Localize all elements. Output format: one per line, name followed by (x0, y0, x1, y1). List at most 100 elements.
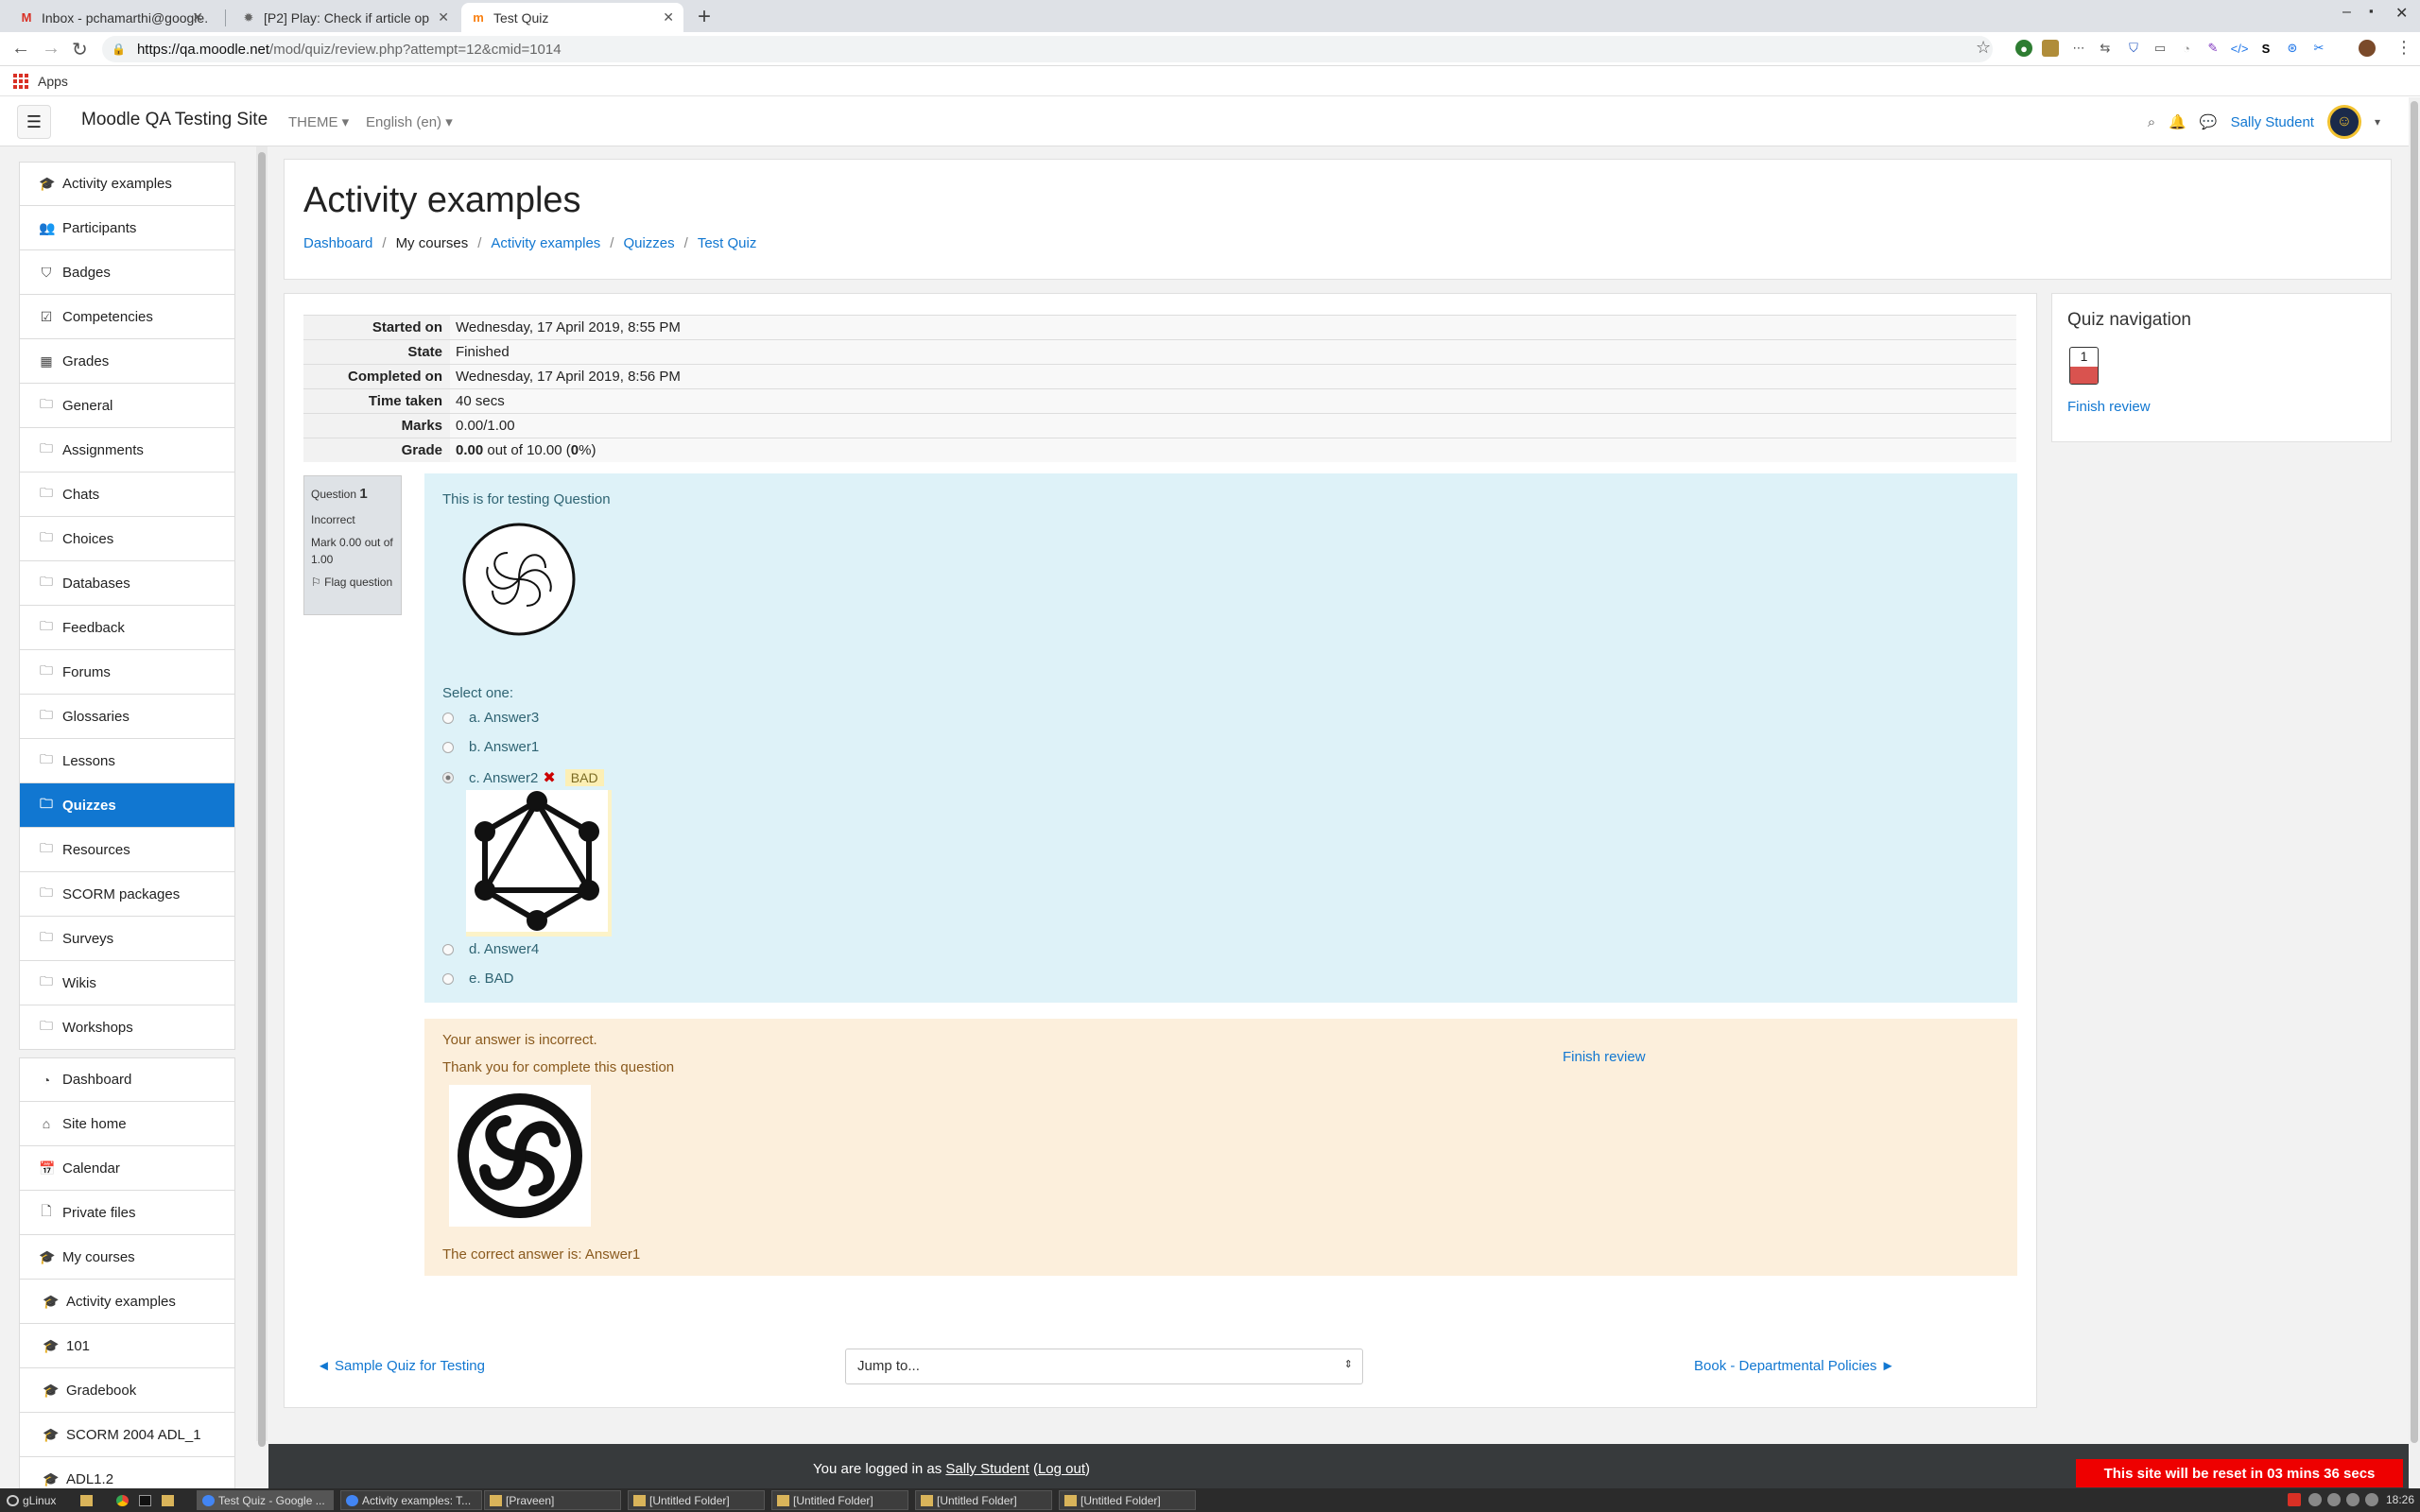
prev-activity-link[interactable]: ◄ Sample Quiz for Testing (317, 1358, 485, 1374)
sidebar-item-wikis[interactable]: 🗀 Wikis (19, 961, 235, 1005)
apps-bookmark[interactable]: Apps (38, 74, 68, 89)
language-menu[interactable]: English (en) ▾ (366, 113, 453, 130)
extension-icon[interactable]: ⛉ (2125, 40, 2142, 57)
choice-d[interactable]: d. Answer4 (442, 941, 539, 957)
network-tray-icon[interactable] (2327, 1493, 2341, 1506)
task-activity-examples[interactable]: Activity examples: T... (340, 1490, 482, 1510)
forward-icon[interactable]: → (42, 38, 60, 60)
extension-icon[interactable]: ● (2015, 40, 2032, 57)
footer-user-link[interactable]: Sally Student (945, 1461, 1028, 1477)
breadcrumb-activity-examples[interactable]: Activity examples (491, 235, 600, 251)
extension-icon[interactable]: ⋯ (2070, 40, 2087, 57)
next-activity-link[interactable]: Book - Departmental Policies ► (1694, 1358, 1894, 1374)
files-launcher[interactable] (76, 1490, 95, 1510)
radio-b[interactable] (442, 741, 454, 753)
sidebar-item-my-courses[interactable]: 🎓 My courses (19, 1235, 235, 1280)
chevron-down-icon[interactable]: ▾ (2375, 115, 2380, 129)
task-untitled-folder-3[interactable]: [Untitled Folder] (915, 1490, 1052, 1510)
extension-icon[interactable]: ⊛ (2284, 40, 2301, 57)
radio-c[interactable] (442, 772, 454, 783)
new-tab-button[interactable]: + (698, 4, 711, 30)
hamburger-icon[interactable]: ☰ (17, 105, 51, 139)
breadcrumb-quizzes[interactable]: Quizzes (623, 235, 674, 251)
task-untitled-folder-4[interactable]: [Untitled Folder] (1059, 1490, 1196, 1510)
maximize-icon[interactable]: ▪ (2369, 4, 2374, 18)
sidebar-item-lessons[interactable]: 🗀 Lessons (19, 739, 235, 783)
close-icon[interactable]: ✕ (438, 9, 449, 26)
chrome-launcher[interactable] (112, 1490, 130, 1510)
sidebar-item-scorm-packages[interactable]: 🗀 SCORM packages (19, 872, 235, 917)
extension-icon[interactable]: ✂ (2310, 40, 2327, 57)
window-close-icon[interactable]: ✕ (2395, 4, 2408, 23)
sidebar-item-adl1-2[interactable]: 🎓 ADL1.2 (19, 1457, 235, 1488)
sidebar-item-general[interactable]: 🗀 General (19, 384, 235, 428)
breadcrumb-test-quiz[interactable]: Test Quiz (698, 235, 757, 251)
close-icon[interactable]: ✕ (192, 9, 203, 26)
sidebar-item-activity-examples[interactable]: 🎓 Activity examples (19, 1280, 235, 1324)
sidebar-item-glossaries[interactable]: 🗀 Glossaries (19, 695, 235, 739)
sidebar-item-assignments[interactable]: 🗀 Assignments (19, 428, 235, 472)
extension-icon[interactable]: ◔ (2178, 40, 2195, 57)
sidebar-item-chats[interactable]: 🗀 Chats (19, 472, 235, 517)
sidebar-item-feedback[interactable]: 🗀 Feedback (19, 606, 235, 650)
sidebar-item-workshops[interactable]: 🗀 Workshops (19, 1005, 235, 1050)
bell-icon[interactable]: 🔔 (2169, 113, 2187, 130)
reload-icon[interactable]: ↻ (72, 38, 88, 61)
sidebar-item-grades[interactable]: ▦ Grades (19, 339, 235, 384)
start-button[interactable]: gLinux (2, 1490, 70, 1510)
sidebar-item-scorm-2004-adl-1[interactable]: 🎓 SCORM 2004 ADL_1 (19, 1413, 235, 1457)
sidebar-item-gradebook[interactable]: 🎓 Gradebook (19, 1368, 235, 1413)
choice-b[interactable]: b. Answer1 (442, 739, 539, 755)
sidebar-item-activity-examples[interactable]: 🎓 Activity examples (19, 162, 235, 206)
breadcrumb-dashboard[interactable]: Dashboard (303, 235, 372, 251)
page-scrollbar[interactable] (2409, 97, 2420, 1488)
user-name[interactable]: Sally Student (2231, 114, 2314, 130)
tab-test-quiz[interactable]: m Test Quiz ✕ (461, 3, 683, 32)
task-praveen[interactable]: [Praveen] (484, 1490, 621, 1510)
sidebar-item-calendar[interactable]: 📅 Calendar (19, 1146, 235, 1191)
terminal-launcher[interactable] (134, 1490, 153, 1510)
close-icon[interactable]: ✕ (663, 9, 674, 26)
star-icon[interactable]: ☆ (1976, 38, 1991, 58)
extension-icon[interactable]: ▭ (2152, 40, 2169, 57)
extension-icon[interactable]: </> (2231, 40, 2249, 57)
task-test-quiz[interactable]: Test Quiz - Google ... (197, 1490, 334, 1510)
logout-link[interactable]: Log out (1038, 1461, 1085, 1477)
theme-menu[interactable]: THEME ▾ (288, 113, 349, 130)
drawer-scrollbar[interactable] (256, 146, 268, 1447)
extension-icon[interactable]: S (2257, 40, 2274, 57)
avatar[interactable]: ☺ (2326, 105, 2361, 139)
chat-icon[interactable]: 💬 (2200, 113, 2218, 130)
sidebar-item-surveys[interactable]: 🗀 Surveys (19, 917, 235, 961)
choice-a[interactable]: a. Answer3 (442, 710, 539, 726)
menu-dots-icon[interactable]: ⋮ (2395, 38, 2412, 58)
profile-icon[interactable] (2359, 40, 2376, 57)
radio-a[interactable] (442, 712, 454, 724)
bluetooth-tray-icon[interactable] (2346, 1493, 2360, 1506)
minimize-icon[interactable]: – (2342, 4, 2351, 21)
finish-review-link-bottom[interactable]: Finish review (1563, 1049, 1646, 1065)
sidebar-item-101[interactable]: 🎓 101 (19, 1324, 235, 1368)
sidebar-item-site-home[interactable]: ⌂ Site home (19, 1102, 235, 1146)
sidebar-item-quizzes[interactable]: 🗀 Quizzes (19, 783, 235, 828)
gplus-tray-icon[interactable] (2288, 1493, 2301, 1506)
sidebar-item-badges[interactable]: ⛉ Badges (19, 250, 235, 295)
choice-e[interactable]: e. BAD (442, 971, 514, 987)
volume-tray-icon[interactable] (2365, 1493, 2378, 1506)
quiz-nav-question-1[interactable]: 1 (2069, 347, 2099, 385)
sidebar-item-databases[interactable]: 🗀 Databases (19, 561, 235, 606)
extension-icon[interactable]: ✎ (2204, 40, 2221, 57)
jump-to-select[interactable]: Jump to... ⇕ (845, 1349, 1363, 1384)
extension-icon[interactable]: ⇆ (2097, 40, 2114, 57)
sidebar-item-resources[interactable]: 🗀 Resources (19, 828, 235, 872)
site-name[interactable]: Moodle QA Testing Site (81, 110, 268, 130)
files-launcher-2[interactable] (157, 1490, 176, 1510)
update-tray-icon[interactable] (2308, 1493, 2322, 1506)
url-input[interactable]: 🔒 https://qa.moodle.net/mod/quiz/review.… (102, 36, 1993, 62)
search-icon[interactable]: ⌕ (2148, 114, 2155, 130)
sidebar-item-participants[interactable]: 👥 Participants (19, 206, 235, 250)
back-icon[interactable]: ← (11, 38, 30, 60)
sidebar-item-competencies[interactable]: ☑ Competencies (19, 295, 235, 339)
radio-e[interactable] (442, 972, 454, 985)
sidebar-item-private-files[interactable]: 🗋 Private files (19, 1191, 235, 1235)
